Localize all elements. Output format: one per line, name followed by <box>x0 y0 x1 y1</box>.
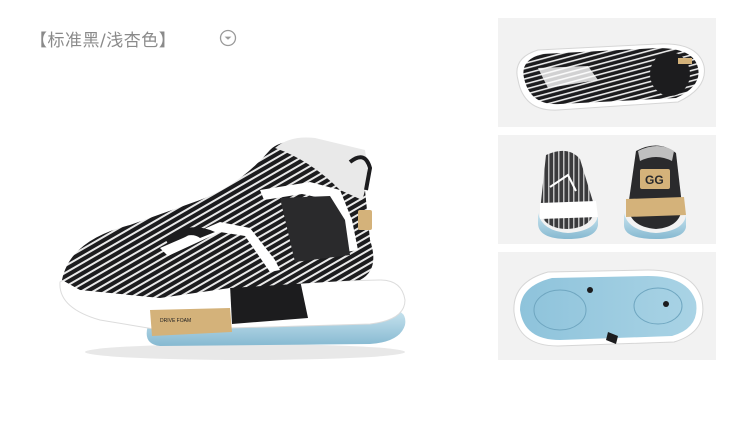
main-shoe-image: DRIVE FOAM <box>40 120 430 370</box>
chevron-down-circle-icon[interactable] <box>219 29 237 47</box>
drive-foam-text: DRIVE FOAM <box>160 318 191 324</box>
thumbnail-sole-view[interactable] <box>498 252 716 360</box>
thumbnail-front-back-view[interactable]: GG <box>498 135 716 244</box>
thumbnail-top-view[interactable] <box>498 18 716 127</box>
color-option-label: 【标准黑/浅杏色】 <box>30 31 177 51</box>
svg-text:GG: GG <box>645 173 664 187</box>
